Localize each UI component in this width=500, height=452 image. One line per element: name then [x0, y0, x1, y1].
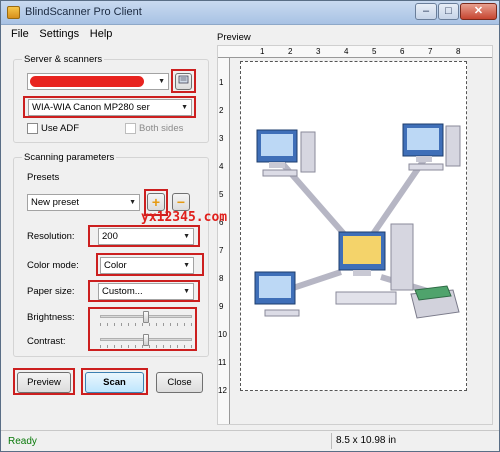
computer-icon — [335, 223, 414, 305]
menu-settings[interactable]: Settings — [39, 28, 79, 40]
brightness-slider-ticks — [100, 323, 192, 326]
title-bar: BlindScanner Pro Client – □ ✕ — [1, 1, 499, 25]
scanned-page-preview[interactable] — [240, 61, 467, 391]
paper-size-label: Paper size: — [27, 286, 75, 297]
app-icon — [7, 6, 20, 19]
both-sides-label: Both sides — [139, 123, 184, 134]
ruler-h-tick: 1 — [260, 47, 265, 56]
network-illustration — [254, 123, 461, 319]
add-preset-icon: + — [151, 194, 161, 210]
use-adf-checkbox[interactable] — [27, 123, 38, 134]
use-adf-label: Use ADF — [41, 123, 80, 134]
ruler-v-tick: 7 — [219, 246, 224, 255]
close-button[interactable]: Close — [156, 372, 203, 393]
minimize-button[interactable]: – — [415, 3, 437, 20]
ruler-v-tick: 5 — [219, 190, 224, 199]
contrast-label: Contrast: — [27, 336, 66, 347]
both-sides-checkbox[interactable] — [125, 123, 136, 134]
ruler-v-tick: 4 — [219, 162, 224, 171]
preview-button[interactable]: Preview — [17, 372, 71, 393]
ruler-v-tick: 2 — [219, 106, 224, 115]
ruler-v-tick: 9 — [219, 302, 224, 311]
resolution-combo[interactable]: 200 ▼ — [98, 228, 194, 245]
resolution-label: Resolution: — [27, 231, 75, 242]
paper-size-combo[interactable]: Custom... ▼ — [98, 283, 194, 300]
ruler-v-tick: 12 — [218, 386, 227, 395]
status-ready: Ready — [8, 436, 37, 447]
chevron-down-icon: ▼ — [158, 78, 165, 85]
watermark: yx12345.com — [141, 210, 228, 225]
menu-help[interactable]: Help — [90, 28, 113, 40]
color-mode-label: Color mode: — [27, 260, 79, 271]
vertical-ruler: 1 2 3 4 5 6 7 8 9 10 11 12 — [218, 58, 230, 424]
ruler-h-tick: 4 — [344, 47, 349, 56]
ruler-v-tick: 11 — [218, 358, 227, 367]
chevron-down-icon: ▼ — [183, 288, 190, 295]
preview-panel[interactable]: 1 2 3 4 5 6 7 8 1 2 3 4 5 6 7 8 9 10 11 … — [217, 45, 493, 425]
scanner-combo[interactable]: WIA-WIA Canon MP280 ser ▼ — [28, 99, 192, 116]
scanning-parameters-label: Scanning parameters — [22, 152, 117, 163]
remove-preset-button[interactable]: − — [172, 193, 190, 211]
ruler-h-tick: 5 — [372, 47, 377, 56]
ruler-h-tick: 7 — [428, 47, 433, 56]
close-window-button[interactable]: ✕ — [460, 3, 497, 20]
server-value-redacted — [30, 76, 144, 87]
menu-file[interactable]: File — [11, 28, 29, 40]
ruler-v-tick: 1 — [219, 78, 224, 87]
chevron-down-icon: ▼ — [181, 104, 188, 111]
ruler-h-tick: 2 — [288, 47, 293, 56]
remove-preset-icon: − — [176, 194, 186, 210]
color-mode-combo[interactable]: Color ▼ — [100, 257, 194, 274]
server-scanners-label: Server & scanners — [22, 54, 105, 65]
ruler-h-tick: 8 — [456, 47, 461, 56]
chevron-down-icon: ▼ — [129, 199, 136, 206]
app-window: BlindScanner Pro Client – □ ✕ File Setti… — [0, 0, 500, 452]
preview-group-label: Preview — [217, 32, 251, 43]
contrast-slider-thumb[interactable] — [143, 334, 149, 346]
scan-button[interactable]: Scan — [85, 372, 144, 393]
scanner-settings-icon — [178, 75, 189, 84]
ruler-h-tick: 3 — [316, 47, 321, 56]
ruler-v-tick: 10 — [218, 330, 227, 339]
brightness-slider-thumb[interactable] — [143, 311, 149, 323]
status-divider — [331, 433, 332, 449]
window-title: BlindScanner Pro Client — [25, 6, 142, 18]
chevron-down-icon: ▼ — [183, 233, 190, 240]
ruler-v-tick: 3 — [219, 134, 224, 143]
add-preset-button[interactable]: + — [147, 193, 165, 211]
server-combo[interactable]: ▼ — [27, 73, 169, 90]
maximize-button[interactable]: □ — [438, 3, 459, 20]
chevron-down-icon: ▼ — [183, 262, 190, 269]
ruler-v-tick: 8 — [219, 274, 224, 283]
scanner-settings-button[interactable] — [175, 73, 192, 90]
presets-label: Presets — [27, 172, 60, 183]
computer-icon — [254, 271, 300, 317]
scanner-icon — [410, 285, 460, 319]
horizontal-ruler: 1 2 3 4 5 6 7 8 — [218, 46, 492, 58]
brightness-label: Brightness: — [27, 312, 75, 323]
preset-combo[interactable]: New preset ▼ — [27, 194, 140, 211]
menu-bar: File Settings Help — [11, 28, 120, 42]
ruler-h-tick: 6 — [400, 47, 405, 56]
status-page-size: 8.5 x 10.98 in — [336, 435, 397, 446]
status-bar: Ready 8.5 x 10.98 in — [1, 430, 499, 451]
computer-icon — [402, 123, 461, 171]
